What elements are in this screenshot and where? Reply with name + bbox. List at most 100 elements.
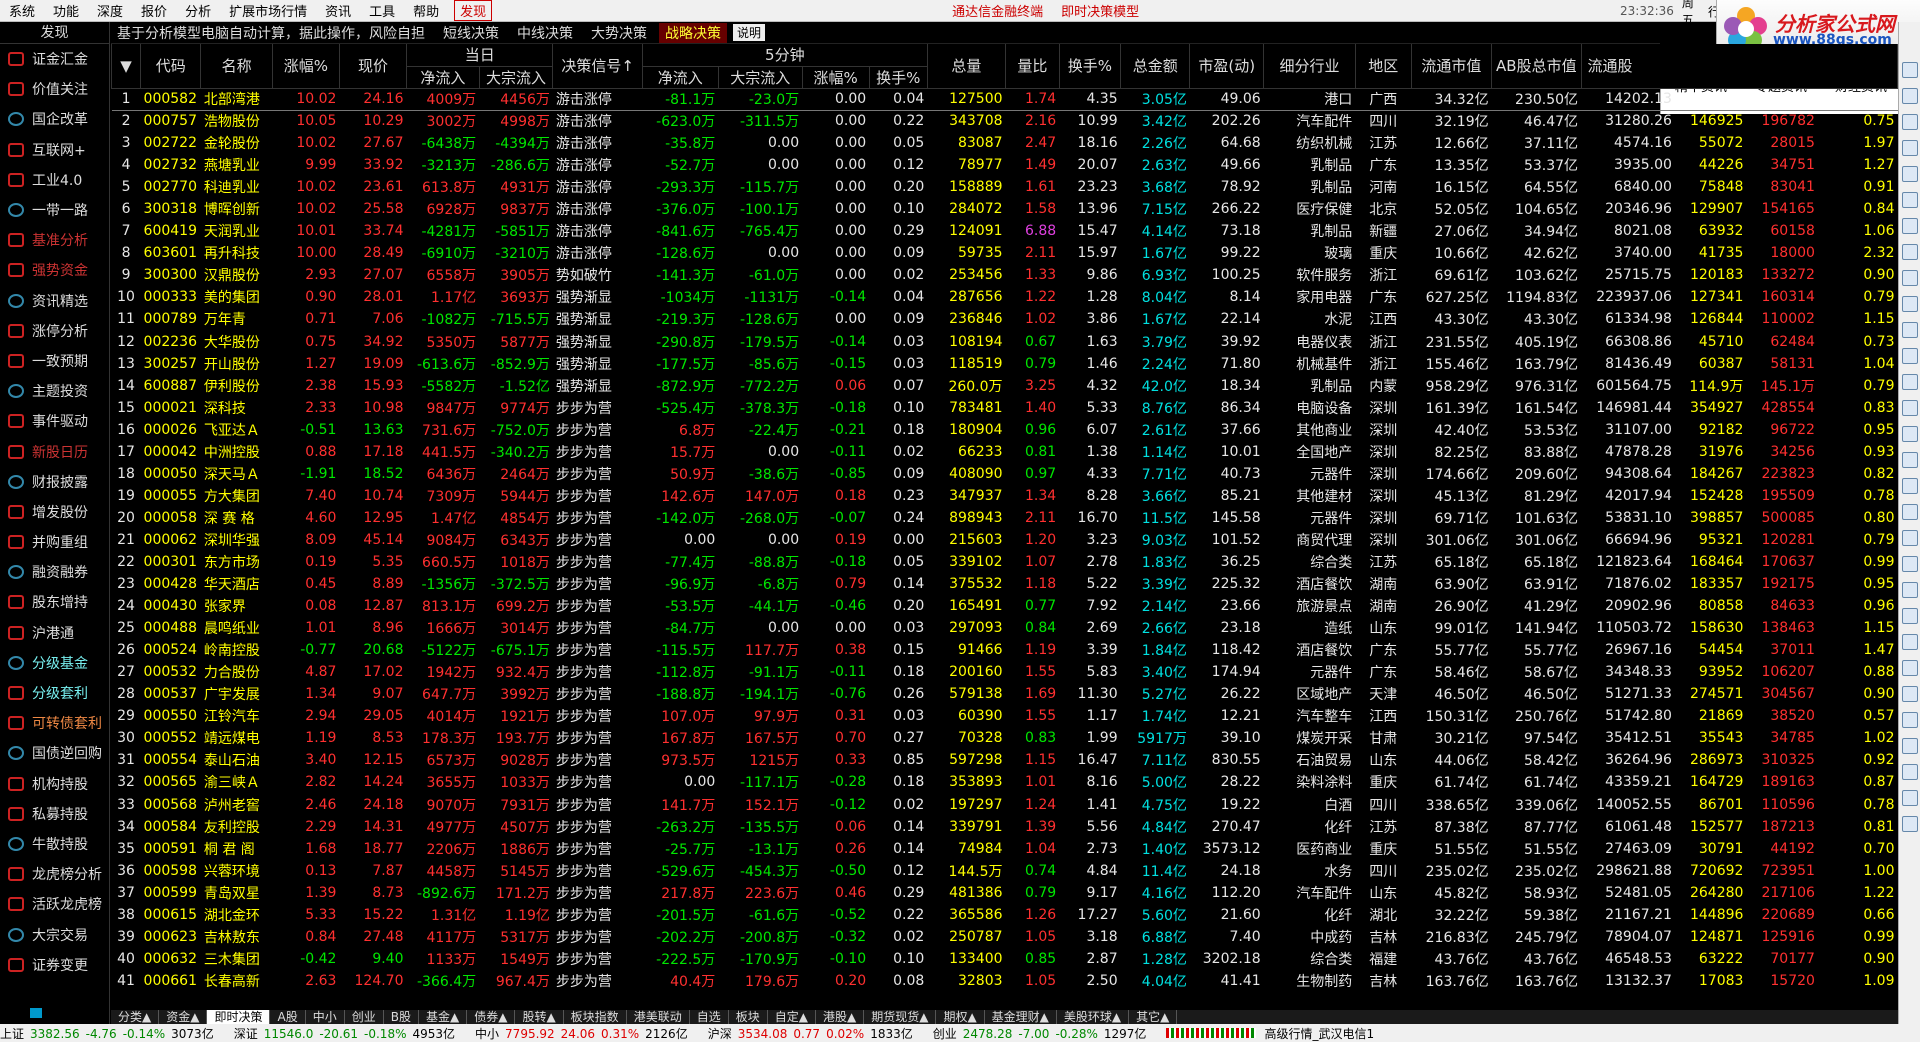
table-row[interactable]: 34 000584 友利控股 2.29 14.31 4977万 4507万 步步为营 -263.… <box>112 816 1898 838</box>
sidebar-item-29[interactable]: 大宗交易 <box>0 919 109 949</box>
table-row[interactable]: 35 000591 桐 君 阁 1.68 18.77 2206万 1886万 步步为营 -25.… <box>112 838 1898 860</box>
toolbar-icon[interactable] <box>1901 88 1918 104</box>
tab-15[interactable]: 港股▲ <box>816 1010 865 1024</box>
menu-function[interactable]: 功能 <box>44 1 88 20</box>
sidebar-item-13[interactable]: 新股日历 <box>0 436 109 466</box>
col-turnover[interactable]: 换手% <box>1058 44 1122 89</box>
col-change-pct[interactable]: 涨幅% <box>271 44 340 89</box>
toolbar-icon[interactable] <box>1901 62 1918 78</box>
sidebar-item-11[interactable]: 主题投资 <box>0 376 109 406</box>
sidebar-item-25[interactable]: 私募持股 <box>0 799 109 829</box>
tab-3[interactable]: A股 <box>270 1010 306 1024</box>
toolbar-icon[interactable] <box>1901 608 1918 624</box>
col-code[interactable]: 代码 <box>140 44 202 89</box>
sidebar-item-2[interactable]: 国企改革 <box>0 104 109 134</box>
sidebar-item-1[interactable]: 价值关注 <box>0 74 109 104</box>
tab-2[interactable]: 即时决策 <box>207 1010 271 1024</box>
table-row[interactable]: 1 000582 北部湾港 10.02 24.16 4009万 4456万 游击涨停 -81.1… <box>111 88 1898 111</box>
tab-12[interactable]: 自选 <box>690 1010 729 1024</box>
col-ab-mcap[interactable]: AB股总市值 <box>1491 44 1582 89</box>
table-row[interactable]: 11 000789 万年青 0.71 7.06 -1082万 -715.5万 强势渐显 -219… <box>112 308 1898 330</box>
sidebar-item-12[interactable]: 事件驱动 <box>0 406 109 436</box>
index-quote[interactable]: 中小 7795.92 24.06 0.31% 2126亿 <box>475 1025 694 1042</box>
tab-10[interactable]: 板块指数 <box>564 1010 627 1024</box>
mid-term-decision-button[interactable]: 中线决策 <box>511 23 579 43</box>
market-decision-button[interactable]: 大势决策 <box>585 23 653 43</box>
col-region[interactable]: 地区 <box>1354 44 1412 89</box>
sidebar-item-4[interactable]: 工业4.0 <box>0 165 109 195</box>
table-row[interactable]: 36 000598 兴蓉环境 0.13 7.87 4458万 5145万 步步为营 -529.6… <box>112 860 1898 882</box>
sidebar-item-5[interactable]: 一带一路 <box>0 195 109 225</box>
menu-tools[interactable]: 工具 <box>360 1 404 20</box>
toolbar-icon[interactable] <box>1901 400 1918 416</box>
table-row[interactable]: 31 000554 泰山石油 3.40 12.15 6573万 9028万 步步为营 973.5… <box>112 749 1898 771</box>
menu-help[interactable]: 帮助 <box>404 1 448 20</box>
toolbar-icon[interactable] <box>1901 478 1918 494</box>
toolbar-icon[interactable] <box>1901 582 1918 598</box>
toolbar-icon[interactable] <box>1901 348 1918 364</box>
sidebar-item-20[interactable]: 分级基金 <box>0 648 109 678</box>
index-quote[interactable]: 沪深 3534.08 0.77 0.02% 1833亿 <box>708 1025 919 1042</box>
table-row[interactable]: 17 000042 中洲控股 0.88 17.18 441.5万 -340.2万 步步为营 15… <box>112 441 1898 463</box>
col-5min-block-inflow[interactable]: 大宗流入 <box>717 66 803 89</box>
sidebar-item-19[interactable]: 沪港通 <box>0 618 109 648</box>
sidebar-item-22[interactable]: 可转债套利 <box>0 708 109 738</box>
toolbar-icon[interactable] <box>1901 322 1918 338</box>
promo-terminal[interactable]: 通达信金融终端 <box>952 1 1043 20</box>
col-5min-turnover[interactable]: 换手% <box>868 66 928 89</box>
col-industry[interactable]: 细分行业 <box>1263 44 1356 89</box>
table-row[interactable]: 39 000623 吉林敖东 0.84 27.48 4117万 5317万 步步为营 -202.… <box>112 926 1898 948</box>
table-row[interactable]: 26 000524 岭南控股 -0.77 20.68 -5122万 -675.1万 步步为营 -… <box>112 639 1898 661</box>
col-pe[interactable]: 市盈(动) <box>1189 44 1265 89</box>
toolbar-icon[interactable] <box>1901 166 1918 182</box>
sidebar-item-24[interactable]: 机构持股 <box>0 769 109 799</box>
tab-9[interactable]: 股转▲ <box>515 1010 564 1024</box>
menu-depth[interactable]: 深度 <box>88 1 132 20</box>
toolbar-icon[interactable] <box>1901 374 1918 390</box>
sidebar-item-15[interactable]: 增发股份 <box>0 497 109 527</box>
menu-analysis[interactable]: 分析 <box>176 1 220 20</box>
table-row[interactable]: 19 000055 方大集团 7.40 10.74 7309万 5944万 步步为营 142.6… <box>112 485 1898 507</box>
sidebar-item-23[interactable]: 国债逆回购 <box>0 738 109 768</box>
table-row[interactable]: 22 000301 东方市场 0.19 5.35 660.5万 1018万 步步为营 -77.4… <box>112 551 1898 573</box>
col-5min-change[interactable]: 涨幅% <box>801 66 870 89</box>
sort-toggle[interactable]: ▼ <box>111 44 142 89</box>
tab-16[interactable]: 期货现货▲ <box>864 1010 937 1024</box>
strategy-decision-button[interactable]: 战略决策 <box>659 22 727 43</box>
table-row[interactable]: 15 000021 深科技 2.33 10.98 9847万 9774万 步步为营 -525.4… <box>112 397 1898 419</box>
sidebar-item-14[interactable]: 财报披露 <box>0 467 109 497</box>
toolbar-icon[interactable] <box>1901 556 1918 572</box>
col-volume[interactable]: 总量 <box>926 44 1007 89</box>
toolbar-icon[interactable] <box>1901 218 1918 234</box>
toolbar-icon[interactable] <box>1901 270 1918 286</box>
toolbar-icon[interactable] <box>1901 634 1918 650</box>
col-price[interactable]: 现价 <box>338 44 408 89</box>
table-row[interactable]: 24 000430 张家界 0.08 12.87 813.1万 699.2万 步步为营 -53.… <box>112 595 1898 617</box>
index-quote[interactable]: 深证 11546.0 -20.61 -0.18% 4953亿 <box>234 1025 461 1042</box>
toolbar-icon[interactable] <box>1901 816 1918 832</box>
sidebar-item-26[interactable]: 牛散持股 <box>0 829 109 859</box>
col-5min-net-inflow[interactable]: 净流入 <box>641 66 719 89</box>
toolbar-icon[interactable] <box>1901 686 1918 702</box>
menu-system[interactable]: 系统 <box>0 1 44 20</box>
toolbar-icon[interactable] <box>1901 426 1918 442</box>
explain-button[interactable]: 说明 <box>733 24 766 41</box>
table-row[interactable]: 12 002236 大华股份 0.75 34.92 5350万 5877万 强势渐显 -290.… <box>112 331 1898 353</box>
toolbar-icon[interactable] <box>1901 790 1918 806</box>
menu-info[interactable]: 资讯 <box>316 1 360 20</box>
menu-ext-market[interactable]: 扩展市场行情 <box>220 1 316 20</box>
table-row[interactable]: 27 000532 力合股份 4.87 17.02 1942万 932.4万 步步为营 -112… <box>112 661 1898 683</box>
index-quote[interactable]: 上证 3382.56 -4.76 -0.14% 3073亿 <box>0 1025 220 1042</box>
menu-discover[interactable]: 发现 <box>454 0 493 21</box>
table-row[interactable]: 20 000058 深 赛 格 4.60 12.95 1.47亿 4854万 步步为营 -142… <box>112 507 1898 529</box>
sidebar-item-27[interactable]: 龙虎榜分析 <box>0 859 109 889</box>
tab-18[interactable]: 基金理财▲ <box>985 1010 1057 1024</box>
col-amount[interactable]: 总金额 <box>1120 44 1191 89</box>
col-today-net-inflow[interactable]: 净流入 <box>406 66 480 89</box>
toolbar-icon[interactable] <box>1901 192 1918 208</box>
table-row[interactable]: 14 600887 伊利股份 2.38 15.93 -5582万 -1.52亿 强势渐显 -87… <box>112 375 1898 397</box>
tab-14[interactable]: 自定▲ <box>768 1010 816 1024</box>
tab-7[interactable]: 基金▲ <box>419 1010 468 1024</box>
table-row[interactable]: 32 000565 渝三峡Ａ 2.82 14.24 3655万 1033万 步步为营 0.00 -… <box>112 771 1898 793</box>
toolbar-icon[interactable] <box>1901 244 1918 260</box>
